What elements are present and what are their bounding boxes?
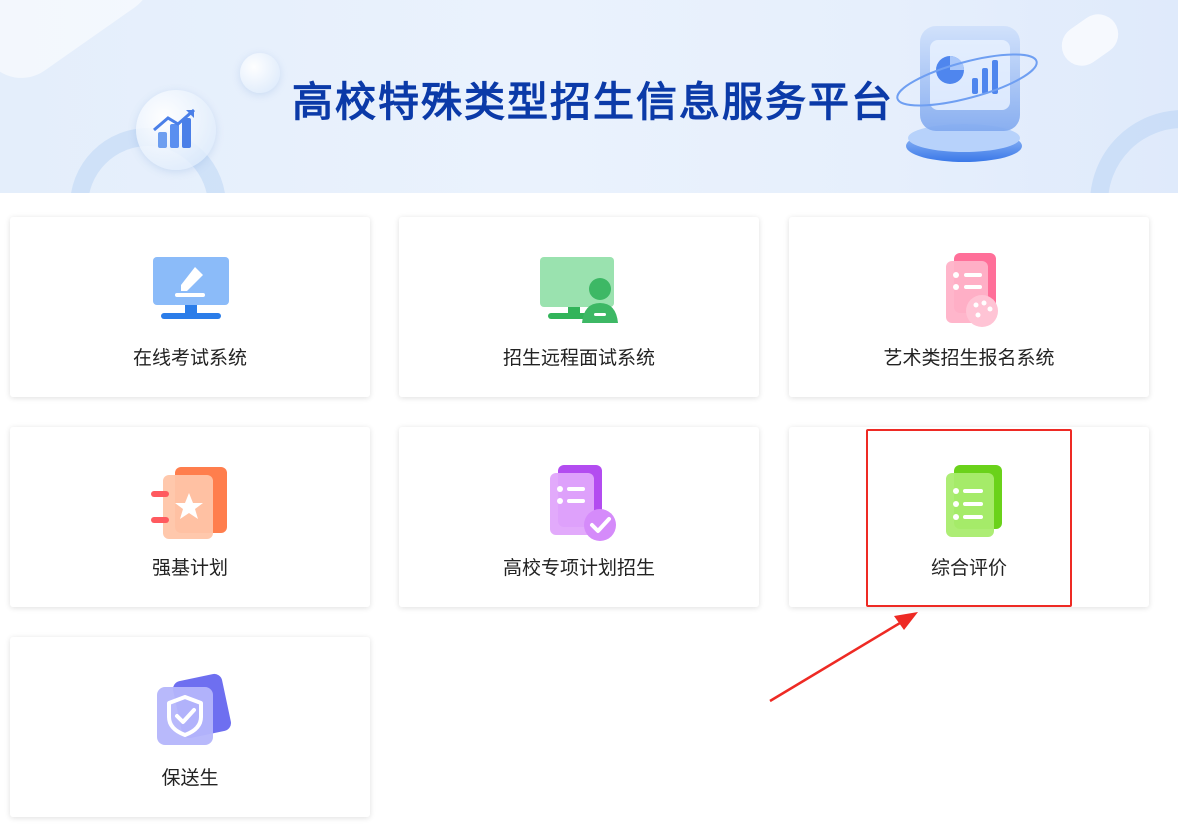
list-document-icon: [924, 463, 1014, 543]
banner-decoration: [1090, 110, 1178, 193]
card-label: 招生远程面试系统: [502, 347, 655, 369]
card-art-registration[interactable]: 艺术类招生报名系统: [789, 217, 1149, 397]
star-notebook-icon: [145, 463, 235, 543]
card-strong-foundation[interactable]: 强基计划: [10, 427, 370, 607]
card-comprehensive-evaluation[interactable]: 综合评价: [789, 427, 1149, 607]
header-banner: 高校特殊类型招生信息服务平台: [0, 0, 1178, 193]
shield-check-icon: [145, 673, 235, 753]
online-exam-monitor-icon: [145, 253, 235, 333]
remote-interview-screen-icon: [534, 253, 624, 333]
card-online-exam[interactable]: 在线考试系统: [10, 217, 370, 397]
card-label: 在线考试系统: [132, 347, 247, 369]
card-label: 高校专项计划招生: [502, 557, 655, 579]
card-label: 综合评价: [930, 557, 1007, 579]
banner-decoration: [0, 0, 168, 94]
card-special-plan[interactable]: 高校专项计划招生: [399, 427, 759, 607]
card-recommended-admission[interactable]: 保送生: [10, 637, 370, 817]
page-title: 高校特殊类型招生信息服务平台: [292, 78, 894, 126]
analytics-tablet-icon: [892, 18, 1042, 168]
banner-decoration: [240, 53, 280, 93]
card-label: 保送生: [161, 767, 219, 789]
card-label: 艺术类招生报名系统: [883, 347, 1055, 369]
card-label: 强基计划: [151, 557, 228, 579]
banner-decoration: [1053, 6, 1127, 74]
checklist-document-icon: [534, 463, 624, 543]
card-remote-interview[interactable]: 招生远程面试系统: [399, 217, 759, 397]
growth-chart-bubble-icon: [136, 90, 216, 170]
art-palette-document-icon: [924, 253, 1014, 333]
